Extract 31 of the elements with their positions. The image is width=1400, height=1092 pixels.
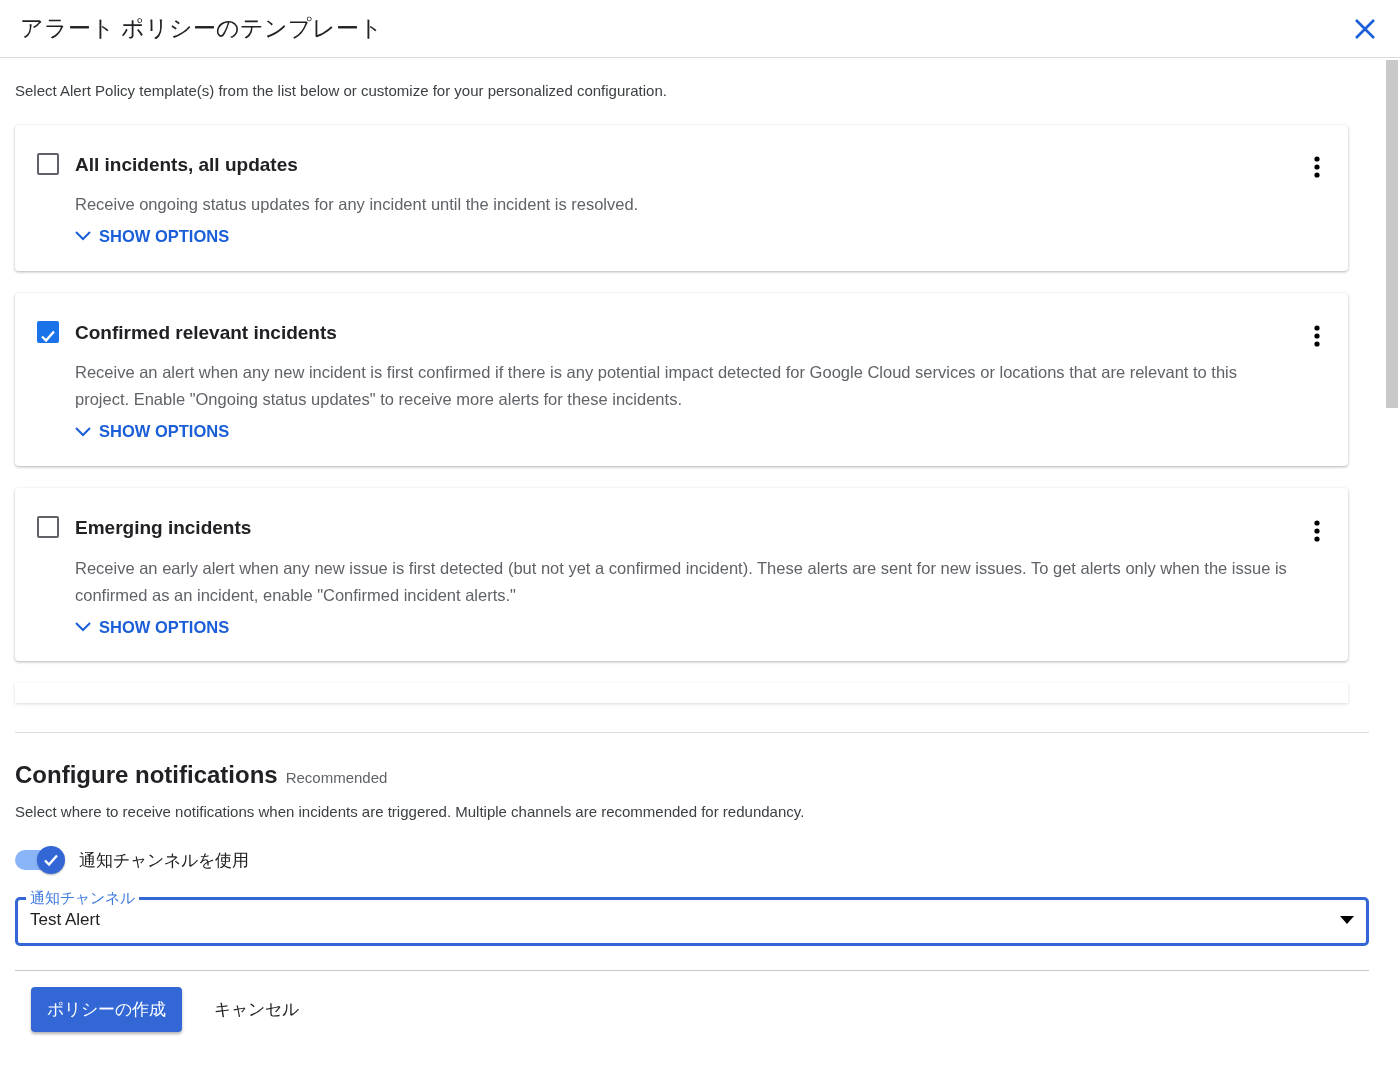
create-policy-button[interactable]: ポリシーの作成 [31, 986, 182, 1032]
dropdown-arrow-icon [1340, 915, 1354, 924]
show-options-link[interactable]: SHOW OPTIONS [75, 614, 230, 640]
template-title: Emerging incidents [75, 516, 253, 540]
checkbox[interactable] [37, 152, 59, 175]
template-description: Receive an early alert when any new issue is first detected (but not yet a confirmed incident). These alerts are sent for new issues. To get alerts only when the issue is confirmed as an incident, enable "Confirmed incident alerts." [75, 557, 1288, 606]
recommended-label: Recommended [285, 768, 388, 788]
close-icon [1354, 18, 1376, 41]
template-title: Confirmed relevant incidents [75, 320, 338, 345]
template-description: Receive an alert when any new incident is first confirmed if there is any potential impact detected for Google Cloud services or locations that are relevant to this project. Enable "Ongoing status updates" to receive more alerts for these incidents. [75, 362, 1238, 411]
checkbox[interactable] [37, 320, 59, 343]
dialog-title: アラート ポリシーのテンプレート [20, 14, 384, 44]
show-options-link[interactable]: SHOW OPTIONS [75, 419, 230, 444]
chevron-down-icon [75, 426, 91, 437]
switch-label: 通知チャンネルを使用 [79, 849, 249, 872]
template-description: Receive ongoing status updates for any incident until the incident is resolved. [75, 194, 640, 215]
checkbox[interactable] [37, 516, 59, 538]
show-options-link[interactable]: SHOW OPTIONS [75, 224, 230, 249]
more-vertical-icon [1314, 324, 1320, 347]
section-heading: Configure notifications [15, 760, 278, 790]
channel-select[interactable]: 通知チャンネル Test Alert [15, 889, 1369, 946]
more-vertical-icon [1314, 156, 1320, 179]
template-title: All incidents, all updates [75, 152, 299, 177]
field-label: 通知チャンネル [29, 889, 136, 907]
scrollbar[interactable] [1386, 60, 1398, 408]
cancel-button[interactable]: キャンセル [198, 986, 315, 1032]
section-description: Select where to receive notifications when incidents are triggered. Multiple channels are recommended for redundancy. [15, 802, 806, 822]
chevron-down-icon [75, 231, 91, 242]
chevron-down-icon [75, 621, 91, 632]
intro-text: Select Alert Policy template(s) from the list below or customize for your personalized configuration. [15, 81, 668, 101]
more-vertical-icon [1314, 519, 1320, 542]
